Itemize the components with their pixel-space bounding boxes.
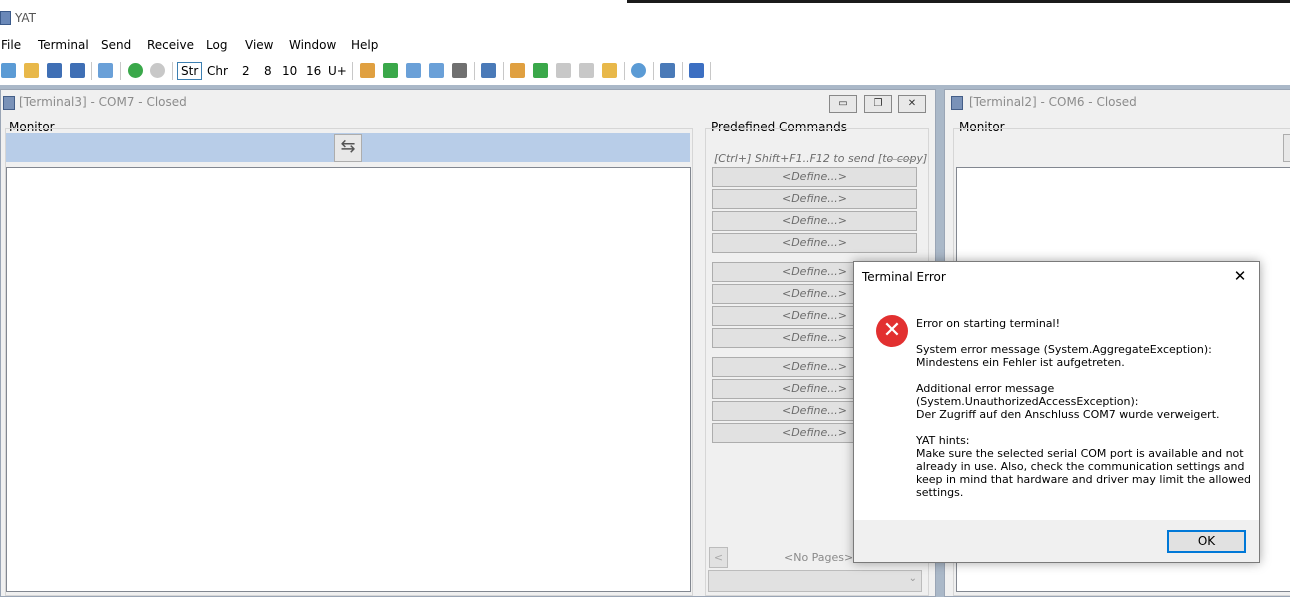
additional-error-message: Additional error message (System.Unautho…: [916, 382, 1220, 421]
menu-terminal[interactable]: Terminal: [38, 38, 89, 52]
edit-log-icon[interactable]: [510, 63, 525, 78]
chat-icon[interactable]: [631, 63, 646, 78]
define-button-2[interactable]: <Define...>: [712, 189, 917, 209]
no-pages-label: <No Pages>: [784, 551, 854, 564]
system-error-message: System error message (System.AggregateEx…: [916, 343, 1212, 369]
toolbar-separator: [624, 62, 625, 80]
terminal3-title: [Terminal3] - COM7 - Closed: [19, 95, 187, 109]
define-button-4[interactable]: <Define...>: [712, 233, 917, 253]
terminal-icon: [3, 96, 15, 110]
restore-button[interactable]: ❐: [864, 95, 892, 113]
error-heading: Error on starting terminal!: [916, 317, 1060, 330]
yat-hints: YAT hints: Make sure the selected serial…: [916, 434, 1251, 499]
radix-2-button[interactable]: 2: [242, 64, 250, 78]
app-title: YAT: [15, 11, 37, 25]
radix-8-button[interactable]: 8: [264, 64, 272, 78]
chevron-down-icon: ⌄: [908, 573, 917, 584]
swap-direction-button[interactable]: ⇆: [334, 134, 362, 162]
toolbar-separator: [474, 62, 475, 80]
toolbar-separator: [91, 62, 92, 80]
new-terminal-icon[interactable]: [1, 63, 16, 78]
terminal-error-dialog: Terminal Error ✕ ✕ Error on starting ter…: [853, 261, 1260, 563]
define-button-3[interactable]: <Define...>: [712, 211, 917, 231]
close-button[interactable]: ✕: [898, 95, 926, 113]
app-titlebar: YAT: [0, 3, 1290, 35]
minimize-button[interactable]: ▭: [829, 95, 857, 113]
ok-button[interactable]: OK: [1167, 530, 1246, 553]
toolbar-separator: [352, 62, 353, 80]
radix-16-button[interactable]: 16: [306, 64, 321, 78]
font-icon[interactable]: [689, 63, 704, 78]
send-file-icon[interactable]: [660, 63, 675, 78]
menu-view[interactable]: View: [245, 38, 273, 52]
dialog-footer: OK: [854, 520, 1259, 562]
check-log-icon[interactable]: [533, 63, 548, 78]
terminal2-title: [Terminal2] - COM6 - Closed: [969, 95, 1137, 109]
swap-direction-button[interactable]: ⇆: [1283, 134, 1290, 162]
close-port-icon[interactable]: [150, 63, 165, 78]
page-prev-button[interactable]: <: [709, 547, 728, 568]
monitor-view[interactable]: [6, 167, 691, 592]
panel-icon[interactable]: [429, 63, 444, 78]
log-folder-icon[interactable]: [602, 63, 617, 78]
menu-receive[interactable]: Receive: [147, 38, 194, 52]
layout-icon[interactable]: [406, 63, 421, 78]
dialog-close-button[interactable]: ✕: [1229, 266, 1251, 286]
toolbar-separator: [172, 62, 173, 80]
find-icon[interactable]: [481, 63, 496, 78]
page-select[interactable]: ⌄: [708, 570, 922, 592]
format-icon[interactable]: [360, 63, 375, 78]
dialog-title: Terminal Error: [862, 270, 946, 284]
toolbar: Str Chr 2 8 10 16 U+: [0, 58, 1290, 84]
radix-10-button[interactable]: 10: [282, 64, 297, 78]
radix-unicode-button[interactable]: U+: [328, 64, 347, 78]
toolbar-separator: [503, 62, 504, 80]
toolbar-separator: [682, 62, 683, 80]
menu-window[interactable]: Window: [289, 38, 336, 52]
terminal-icon: [951, 96, 963, 110]
menu-send[interactable]: Send: [101, 38, 131, 52]
save-icon[interactable]: [47, 63, 62, 78]
menu-log[interactable]: Log: [206, 38, 227, 52]
print-icon[interactable]: [452, 63, 467, 78]
hint-divider: [888, 159, 914, 160]
terminal2-titlebar: [Terminal2] - COM6 - Closed: [945, 90, 1290, 112]
settings-icon[interactable]: [98, 63, 113, 78]
open-port-icon[interactable]: [128, 63, 143, 78]
radix-str-button[interactable]: Str: [177, 62, 203, 80]
log-clear-icon[interactable]: [579, 63, 594, 78]
terminal3-titlebar: [Terminal3] - COM7 - Closed ▭ ❐ ✕: [1, 90, 935, 113]
log-off-icon[interactable]: [556, 63, 571, 78]
toolbar-separator: [120, 62, 121, 80]
define-button-1[interactable]: <Define...>: [712, 167, 917, 187]
open-icon[interactable]: [24, 63, 39, 78]
error-icon: ✕: [876, 315, 908, 347]
radix-chr-button[interactable]: Chr: [207, 64, 228, 78]
app-icon: [0, 11, 11, 25]
save-all-icon[interactable]: [70, 63, 85, 78]
menu-help[interactable]: Help: [351, 38, 378, 52]
menu-file[interactable]: File: [1, 38, 21, 52]
toolbar-separator: [710, 62, 711, 80]
refresh-icon[interactable]: [383, 63, 398, 78]
toolbar-separator: [653, 62, 654, 80]
menu-bar: File Terminal Send Receive Log View Wind…: [0, 35, 1290, 57]
